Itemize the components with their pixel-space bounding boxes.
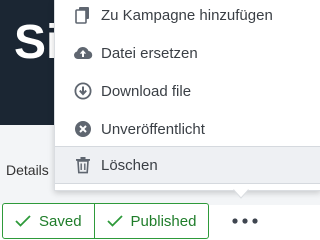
tab-details[interactable]: Details — [6, 160, 49, 180]
more-options-button[interactable] — [228, 210, 262, 232]
menu-item-unpublish[interactable]: Unveröffentlicht — [55, 110, 320, 148]
check-icon — [15, 213, 31, 229]
more-dots-icon — [232, 218, 258, 224]
download-circle-icon — [73, 81, 93, 101]
menu-item-label: Zu Kampagne hinzufügen — [101, 6, 273, 24]
context-menu: Zu Kampagne hinzufügen Datei ersetzen Do… — [54, 0, 320, 199]
menu-item-label: Löschen — [101, 156, 158, 174]
saved-button[interactable]: Saved — [3, 204, 94, 238]
copy-icon — [73, 5, 93, 25]
status-button-group: Saved Published — [2, 203, 210, 239]
menu-item-replace-file[interactable]: Datei ersetzen — [55, 34, 320, 72]
screen: Si Details Zu Kampagne hinzufügen Datei … — [0, 0, 320, 240]
menu-item-add-to-campaign[interactable]: Zu Kampagne hinzufügen — [55, 0, 320, 34]
published-button[interactable]: Published — [93, 204, 209, 238]
hero-title: Si — [14, 16, 60, 69]
menu-item-label: Datei ersetzen — [101, 44, 198, 62]
menu-caret — [233, 189, 249, 199]
menu-item-label: Unveröffentlicht — [101, 120, 205, 138]
x-circle-icon — [73, 119, 93, 139]
check-icon — [106, 213, 123, 229]
menu-item-label: Download file — [101, 82, 192, 100]
menu-item-delete[interactable]: Löschen — [55, 146, 320, 184]
saved-label: Saved — [39, 212, 82, 230]
cloud-upload-icon — [73, 43, 93, 63]
menu-item-download-file[interactable]: Download file — [55, 72, 320, 110]
published-label: Published — [130, 212, 197, 230]
trash-icon — [73, 155, 93, 175]
